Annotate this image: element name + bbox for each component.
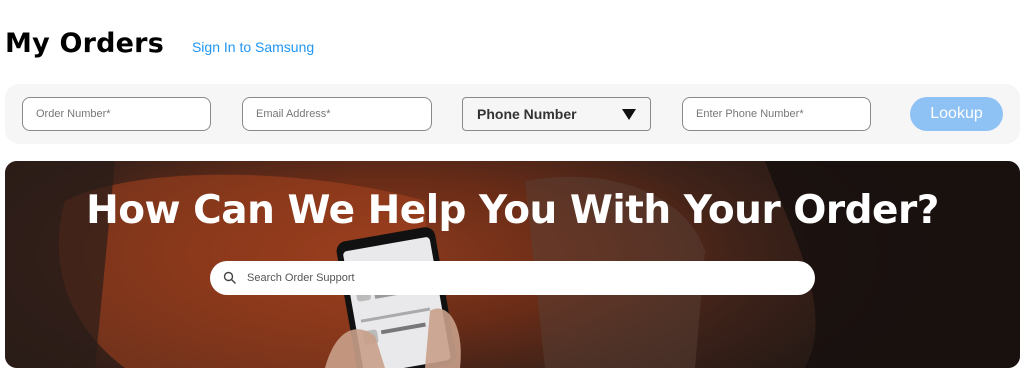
hero-title: How Can We Help You With Your Order? [86, 188, 939, 233]
sign-in-link[interactable]: Sign In to Samsung [192, 39, 314, 55]
search-input[interactable] [247, 272, 807, 284]
lookup-button[interactable]: Lookup [910, 97, 1003, 131]
order-lookup-form: Phone Number Lookup [5, 84, 1020, 144]
phone-number-field[interactable] [682, 97, 871, 131]
page-title: My Orders [5, 28, 164, 59]
page-header: My Orders Sign In to Samsung [5, 28, 314, 68]
caret-down-icon [622, 108, 636, 120]
contact-type-select[interactable]: Phone Number [462, 97, 651, 131]
order-support-search[interactable] [210, 261, 815, 295]
search-icon [223, 271, 236, 284]
contact-type-selected: Phone Number [477, 106, 577, 122]
order-number-field[interactable] [22, 97, 211, 131]
hero-banner: How Can We Help You With Your Order? [5, 161, 1020, 368]
email-field[interactable] [242, 97, 432, 131]
